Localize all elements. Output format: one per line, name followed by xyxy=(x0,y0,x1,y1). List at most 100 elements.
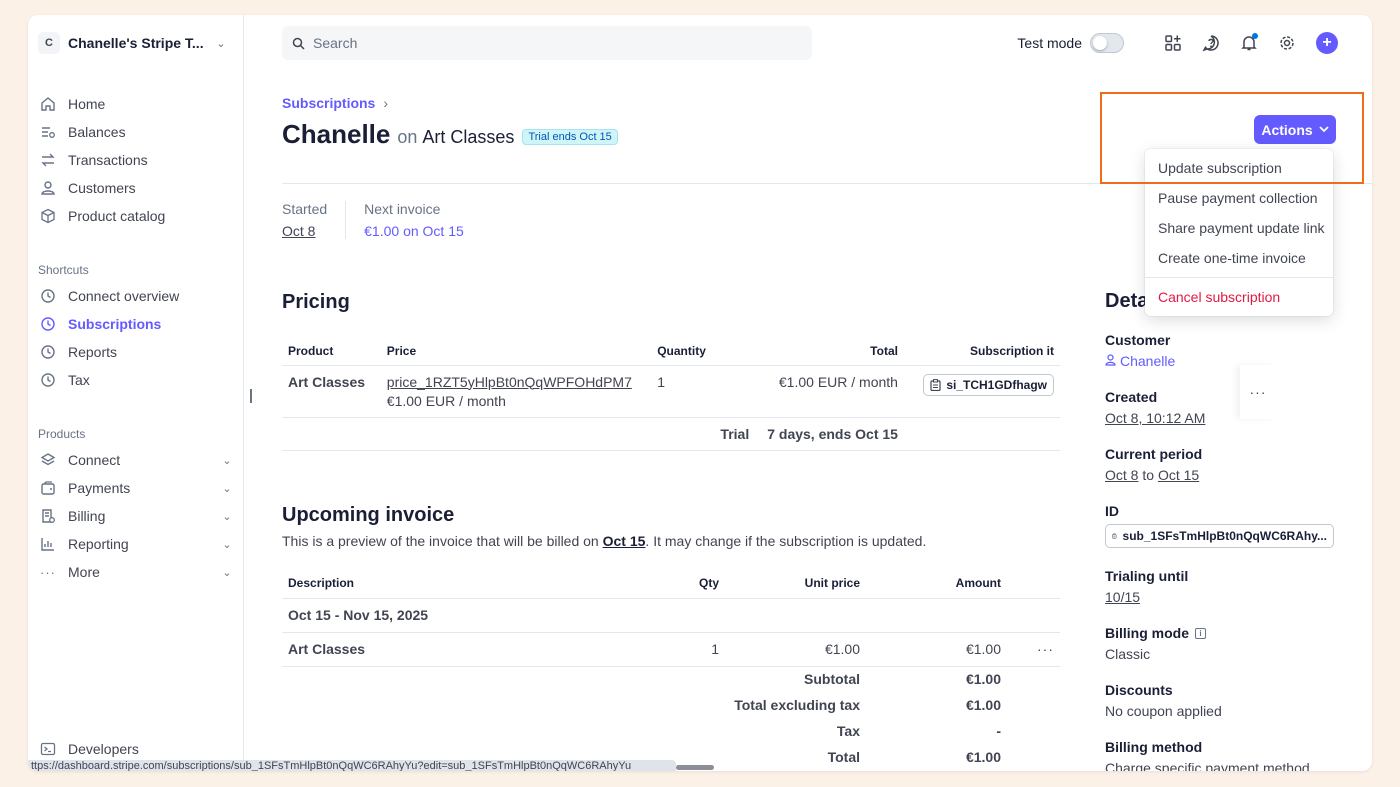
subscription-summary: Started Oct 8 Next invoice €1.00 on Oct … xyxy=(282,201,482,239)
empty-cell xyxy=(380,417,652,451)
info-icon[interactable]: i xyxy=(1195,627,1206,639)
line-description: Art Classes xyxy=(282,632,612,667)
line-overflow-menu-button[interactable]: ··· xyxy=(1007,632,1060,667)
customer-name: Chanelle xyxy=(1120,353,1176,369)
customer-link[interactable]: Chanelle xyxy=(1105,353,1175,369)
subscription-id-pill[interactable]: sub_1SFsTmHlpBt0nQqWC6RAhy... xyxy=(1105,524,1334,548)
connect-icon xyxy=(38,450,58,470)
horizontal-scrollbar[interactable] xyxy=(676,765,714,770)
table-row: Trial 7 days, ends Oct 15 xyxy=(282,417,1060,451)
chevron-right-icon: › xyxy=(383,95,389,111)
title-on-word: on xyxy=(397,127,418,147)
sidebar-item-label: Subscriptions xyxy=(68,316,162,332)
sidebar-item-product-catalog[interactable]: Product catalog xyxy=(38,202,234,230)
help-icon[interactable] xyxy=(1200,32,1222,54)
billing-method-value: Charge specific payment method xyxy=(1105,760,1310,771)
product-name-title: Art Classes xyxy=(422,127,515,147)
plus-icon: + xyxy=(1322,34,1332,51)
table-header-row: Description Qty Unit price Amount xyxy=(282,568,1060,599)
sidebar-item-label: Reporting xyxy=(68,536,129,552)
bell-icon[interactable] xyxy=(1238,32,1260,54)
line-qty: 1 xyxy=(612,632,725,667)
clock-icon xyxy=(38,314,58,334)
trial-label: Trial xyxy=(651,417,756,451)
sidebar-item-connect-overview[interactable]: Connect overview xyxy=(38,282,234,310)
id-label: ID xyxy=(1105,503,1119,519)
sidebar-item-reporting[interactable]: Reporting ⌄ xyxy=(38,530,234,558)
shortcuts-heading: Shortcuts xyxy=(38,263,89,277)
trialing-date-link[interactable]: 10/15 xyxy=(1105,589,1140,605)
product-cell: Art Classes xyxy=(282,365,381,418)
sidebar-item-balances[interactable]: Balances xyxy=(38,118,234,146)
subscription-item-cell: si_TCH1GDfhagw xyxy=(903,365,1060,418)
test-mode-toggle[interactable] xyxy=(1090,33,1124,53)
created-date-link[interactable]: Oct 8, 10:12 AM xyxy=(1105,410,1205,426)
create-plus-button[interactable]: + xyxy=(1316,32,1338,54)
period-end-link[interactable]: Oct 15 xyxy=(1158,467,1199,483)
billing-date-link[interactable]: Oct 15 xyxy=(603,533,646,549)
sidebar-item-developers[interactable]: Developers xyxy=(38,735,234,763)
search-icon xyxy=(292,37,305,50)
chevron-down-icon: ⌄ xyxy=(216,37,226,50)
period-start-link[interactable]: Oct 8 xyxy=(1105,467,1138,483)
products-heading: Products xyxy=(38,427,86,441)
sidebar-item-subscriptions[interactable]: Subscriptions xyxy=(38,310,234,338)
main-nav: Home Balances Transactions Customers Pro… xyxy=(38,90,234,230)
menu-item-cancel-subscription[interactable]: Cancel subscription xyxy=(1145,282,1333,312)
main-content: Search Test mode + Subscriptions › Chane… xyxy=(244,15,1372,771)
sidebar-item-customers[interactable]: Customers xyxy=(38,174,234,202)
sidebar-item-label: Billing xyxy=(68,508,106,524)
sidebar-item-payments[interactable]: Payments ⌄ xyxy=(38,474,234,502)
sidebar-item-label: Transactions xyxy=(68,152,148,168)
next-invoice-label: Next invoice xyxy=(364,201,441,217)
empty-cell xyxy=(903,417,1060,451)
subtotal-value: €1.00 xyxy=(965,671,1001,688)
resize-handle[interactable] xyxy=(250,389,252,403)
tax-value: - xyxy=(996,723,1001,739)
sidebar-item-billing[interactable]: Billing ⌄ xyxy=(38,502,234,530)
invoice-period: Oct 15 - Nov 15, 2025 xyxy=(282,598,1060,633)
sidebar-item-connect[interactable]: Connect ⌄ xyxy=(38,446,234,474)
subscription-item-pill[interactable]: si_TCH1GDfhagw xyxy=(923,373,1054,396)
column-header: Total xyxy=(755,337,904,366)
period-to-word: to xyxy=(1142,467,1155,483)
pricing-table: Product Price Quantity Total Subscriptio… xyxy=(282,337,1060,451)
current-period-label: Current period xyxy=(1105,446,1203,462)
clock-icon xyxy=(38,286,58,306)
totals-row: Tax - xyxy=(282,718,1060,744)
menu-item-create-one-time-invoice[interactable]: Create one-time invoice xyxy=(1145,243,1333,273)
sidebar-item-label: Reports xyxy=(68,344,118,360)
column-header: Qty xyxy=(612,568,725,599)
total-value: €1.00 xyxy=(965,749,1001,765)
menu-item-share-payment-update-link[interactable]: Share payment update link xyxy=(1145,213,1333,243)
sidebar-item-tax[interactable]: Tax xyxy=(38,366,234,394)
subscription-item-id: si_TCH1GDfhagw xyxy=(946,377,1047,392)
account-avatar: C xyxy=(38,32,60,54)
started-value[interactable]: Oct 8 xyxy=(282,223,327,239)
sidebar-item-more[interactable]: ··· More ⌄ xyxy=(38,558,234,586)
sidebar-item-label: Home xyxy=(68,96,106,112)
empty-cell xyxy=(1007,744,1060,770)
sidebar-item-label: Balances xyxy=(68,124,126,140)
sidebar-item-home[interactable]: Home xyxy=(38,90,234,118)
reporting-icon xyxy=(38,534,58,554)
billing-mode-label-row: Billing mode i xyxy=(1105,625,1345,641)
menu-item-pause-payment-collection[interactable]: Pause payment collection xyxy=(1145,183,1333,213)
gear-icon[interactable] xyxy=(1276,32,1298,54)
apps-icon[interactable] xyxy=(1162,32,1184,54)
breadcrumb-subscriptions-link[interactable]: Subscriptions xyxy=(282,95,375,111)
more-horizontal-icon: ··· xyxy=(1037,641,1054,657)
discounts-label: Discounts xyxy=(1105,682,1173,698)
subscription-id: sub_1SFsTmHlpBt0nQqWC6RAhy... xyxy=(1122,529,1327,543)
chevron-down-icon: ⌄ xyxy=(222,482,232,495)
customers-icon xyxy=(38,178,58,198)
highlight-box xyxy=(1100,92,1364,184)
next-invoice-value[interactable]: €1.00 on Oct 15 xyxy=(364,223,464,239)
chevron-down-icon: ⌄ xyxy=(222,454,232,467)
search-input[interactable]: Search xyxy=(282,26,812,60)
price-id-link[interactable]: price_1RZT5yHlpBt0nQqWPFOHdPM7 xyxy=(387,374,645,390)
sidebar-item-transactions[interactable]: Transactions xyxy=(38,146,234,174)
sidebar-item-reports[interactable]: Reports xyxy=(38,338,234,366)
started-summary: Started Oct 8 xyxy=(282,201,345,239)
account-switcher[interactable]: C Chanelle's Stripe T... ⌄ xyxy=(38,29,228,57)
